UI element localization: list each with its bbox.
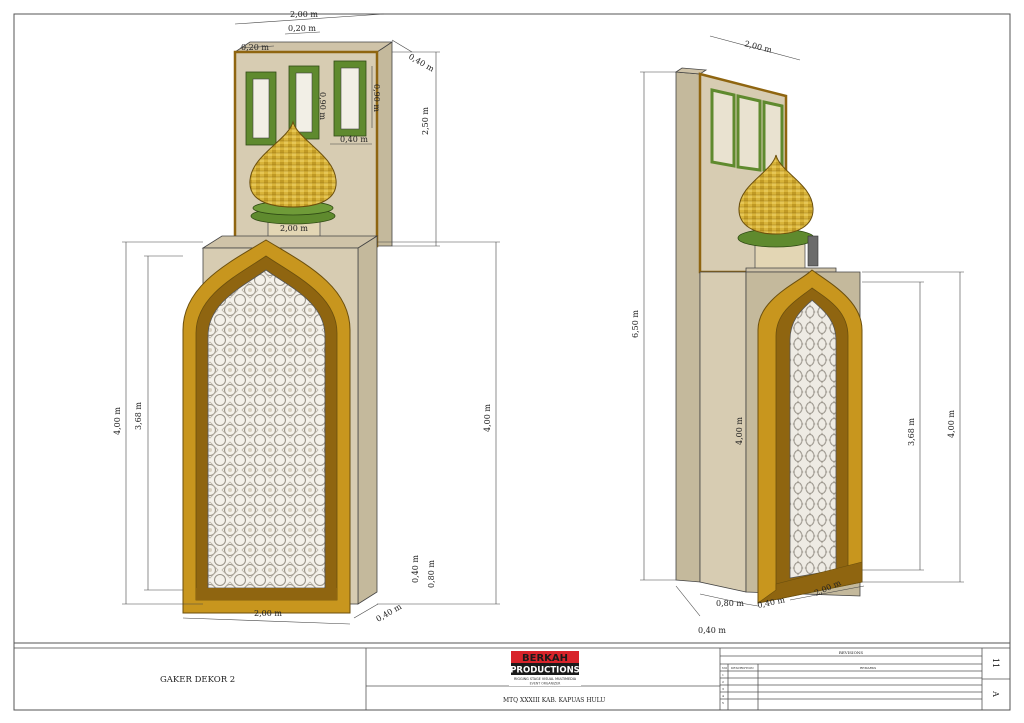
front-view xyxy=(182,41,394,614)
drawing-sheet: 2,00 m 0,20 m 0,20 m 0,40 m 0,90 m 0,90 … xyxy=(13,10,1011,711)
front-lattice-screen xyxy=(207,269,326,589)
revisions-row-3: 3 xyxy=(722,687,724,691)
revisions-row-5: 5 xyxy=(722,701,724,705)
front-neck-width-label: 2,00 m xyxy=(280,224,308,233)
drawing-title: GAKER DEKOR 2 xyxy=(160,675,235,685)
svg-text:PRODUCTIONS: PRODUCTIONS xyxy=(510,666,580,676)
revisions-col-description: DESCRIPTION xyxy=(731,666,754,670)
side-bottom-040-label: 0,40 m xyxy=(698,626,726,635)
front-arch-height-label: 3,68 m xyxy=(134,402,143,430)
revision-letter: A xyxy=(991,690,1000,697)
front-window-width-label: 0,20 m xyxy=(241,43,269,52)
front-base-080-label: 0,80 m xyxy=(427,560,436,588)
side-arch-height-label: 3,68 m xyxy=(907,418,916,446)
revisions-row-1: 1 xyxy=(722,673,724,677)
revisions-col-remarks: REMARKS xyxy=(860,666,876,670)
revisions-col-no: NO xyxy=(722,666,728,670)
side-right-height-label: 4,00 m xyxy=(947,410,956,438)
front-body-side xyxy=(357,235,378,605)
side-view xyxy=(674,67,863,604)
front-base-040-label: 0,40 m xyxy=(411,555,420,583)
svg-text:EVENT ORGANIZER: EVENT ORGANIZER xyxy=(530,682,561,686)
front-bottom-width-label: 2,00 m xyxy=(254,609,282,618)
front-window-bottom-label: 0,40 m xyxy=(340,135,368,144)
side-top-width-label: 2,00 m xyxy=(744,39,774,55)
front-side-depth-label: 0,40 m xyxy=(407,52,436,74)
front-top-width-label: 2,00 m xyxy=(290,10,318,19)
front-window-height-b-label: 0,90 m xyxy=(372,84,381,112)
side-total-height-label: 6,50 m xyxy=(631,310,640,338)
berkah-logo: BERKAH PRODUCTIONS RIGGING STAGE VISUAL … xyxy=(509,650,581,686)
front-total-height-left-label: 4,00 m xyxy=(113,407,122,435)
svg-text:BERKAH: BERKAH xyxy=(522,653,568,664)
revisions-row-4: 4 xyxy=(722,694,724,698)
side-body-top xyxy=(745,267,837,273)
side-window-1 xyxy=(710,88,736,168)
front-window-gap-label: 0,20 m xyxy=(288,24,316,33)
front-body-top xyxy=(201,235,379,249)
side-lattice-screen xyxy=(789,299,837,579)
front-total-height-right-label: 4,00 m xyxy=(483,404,492,432)
front-window-height-label: 0,90 m xyxy=(318,92,327,120)
front-upper-height-label: 2,50 m xyxy=(421,107,430,135)
revisions-row-2: 2 xyxy=(722,680,724,684)
side-column-front xyxy=(675,71,701,583)
side-body-height-label: 4,00 m xyxy=(735,417,744,445)
svg-text:RIGGING STAGE VISUAL MULTIMEDI: RIGGING STAGE VISUAL MULTIMEDIA xyxy=(514,677,577,681)
revisions-heading: REVISIONS xyxy=(839,650,864,655)
front-upper-side xyxy=(376,41,393,247)
side-window-2 xyxy=(736,94,762,172)
side-base-080-label: 0,80 m xyxy=(716,599,744,608)
project-name: MTQ XXXIII KAB. KAPUAS HULU xyxy=(503,697,605,704)
sheet-number: 11 xyxy=(991,658,1000,668)
front-bottom-depth-label: 0,40 m xyxy=(375,602,404,624)
